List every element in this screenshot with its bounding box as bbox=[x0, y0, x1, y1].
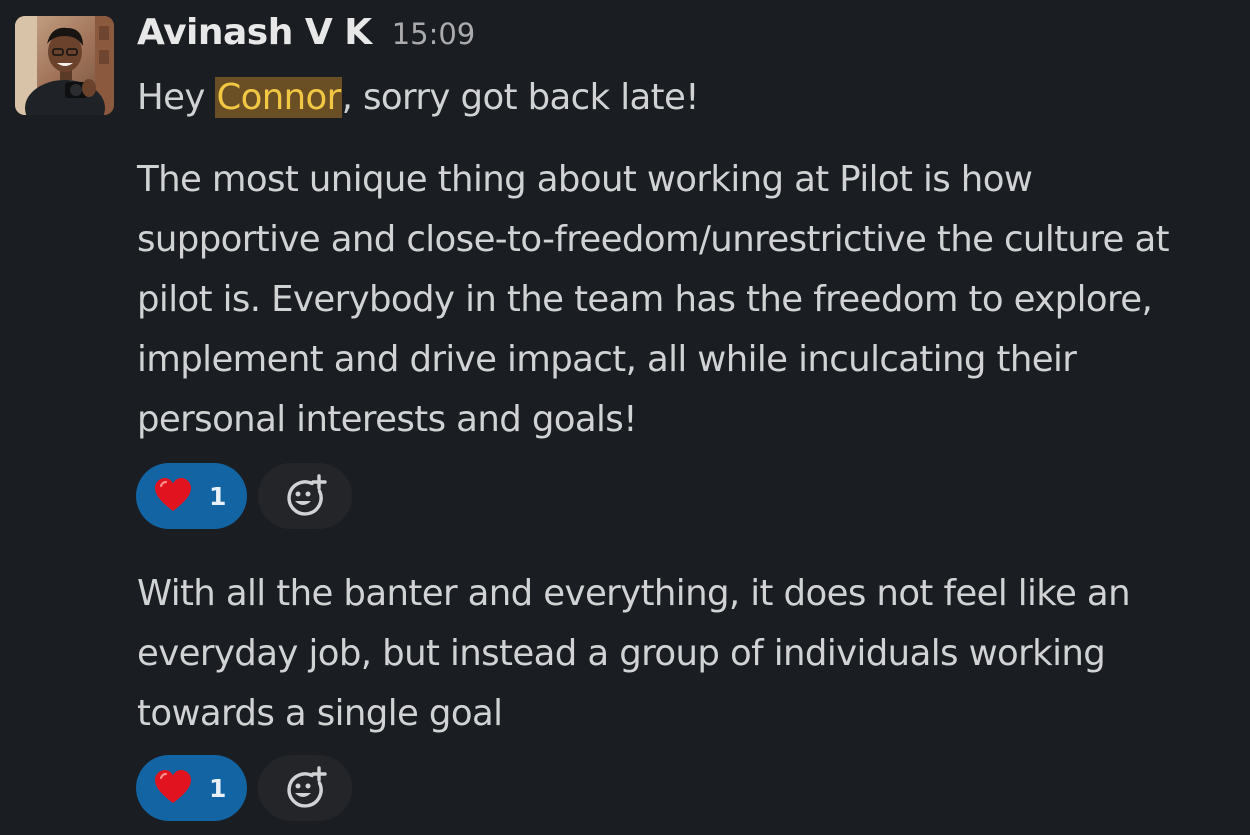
reaction-bar: 1 bbox=[136, 755, 352, 821]
message-paragraph: With all the banter and everything, it d… bbox=[137, 564, 1242, 744]
paragraph-line: towards a single goal bbox=[137, 693, 503, 734]
reaction-count: 1 bbox=[209, 481, 227, 511]
avatar[interactable] bbox=[15, 16, 114, 115]
add-reaction-button[interactable] bbox=[258, 463, 352, 529]
message-header: Avinash V K 15:09 bbox=[137, 12, 475, 62]
add-emoji-icon bbox=[287, 766, 327, 808]
paragraph-line: With all the banter and everything, it d… bbox=[137, 573, 1131, 614]
paragraph-line: pilot is. Everybody in the team has the … bbox=[137, 279, 1153, 320]
heart-reaction-button[interactable]: 1 bbox=[136, 755, 247, 821]
message-paragraph: The most unique thing about working at P… bbox=[137, 150, 1242, 450]
heart-reaction-button[interactable]: 1 bbox=[136, 463, 247, 529]
sender-name[interactable]: Avinash V K bbox=[137, 12, 372, 53]
paragraph-line: implement and drive impact, all while in… bbox=[137, 339, 1077, 380]
user-mention[interactable]: Connor bbox=[215, 77, 342, 118]
message: Avinash V K 15:09 Hey Connor, sorry got … bbox=[0, 0, 1250, 835]
heart-icon bbox=[155, 478, 191, 511]
add-emoji-icon bbox=[287, 474, 327, 516]
reaction-count: 1 bbox=[209, 773, 227, 803]
message-greeting: Hey Connor, sorry got back late! bbox=[137, 68, 1242, 128]
greeting-text: , sorry got back late! bbox=[341, 77, 700, 118]
greeting-text: Hey bbox=[137, 77, 216, 118]
add-reaction-button[interactable] bbox=[258, 755, 352, 821]
reaction-bar: 1 bbox=[136, 463, 352, 529]
paragraph-line: everyday job, but instead a group of ind… bbox=[137, 633, 1106, 674]
paragraph-line: supportive and close-to-freedom/unrestri… bbox=[137, 219, 1170, 260]
heart-icon bbox=[155, 770, 191, 803]
timestamp[interactable]: 15:09 bbox=[392, 17, 476, 51]
paragraph-line: The most unique thing about working at P… bbox=[137, 159, 1033, 200]
paragraph-line: personal interests and goals! bbox=[137, 399, 637, 440]
avatar-image bbox=[15, 16, 114, 115]
